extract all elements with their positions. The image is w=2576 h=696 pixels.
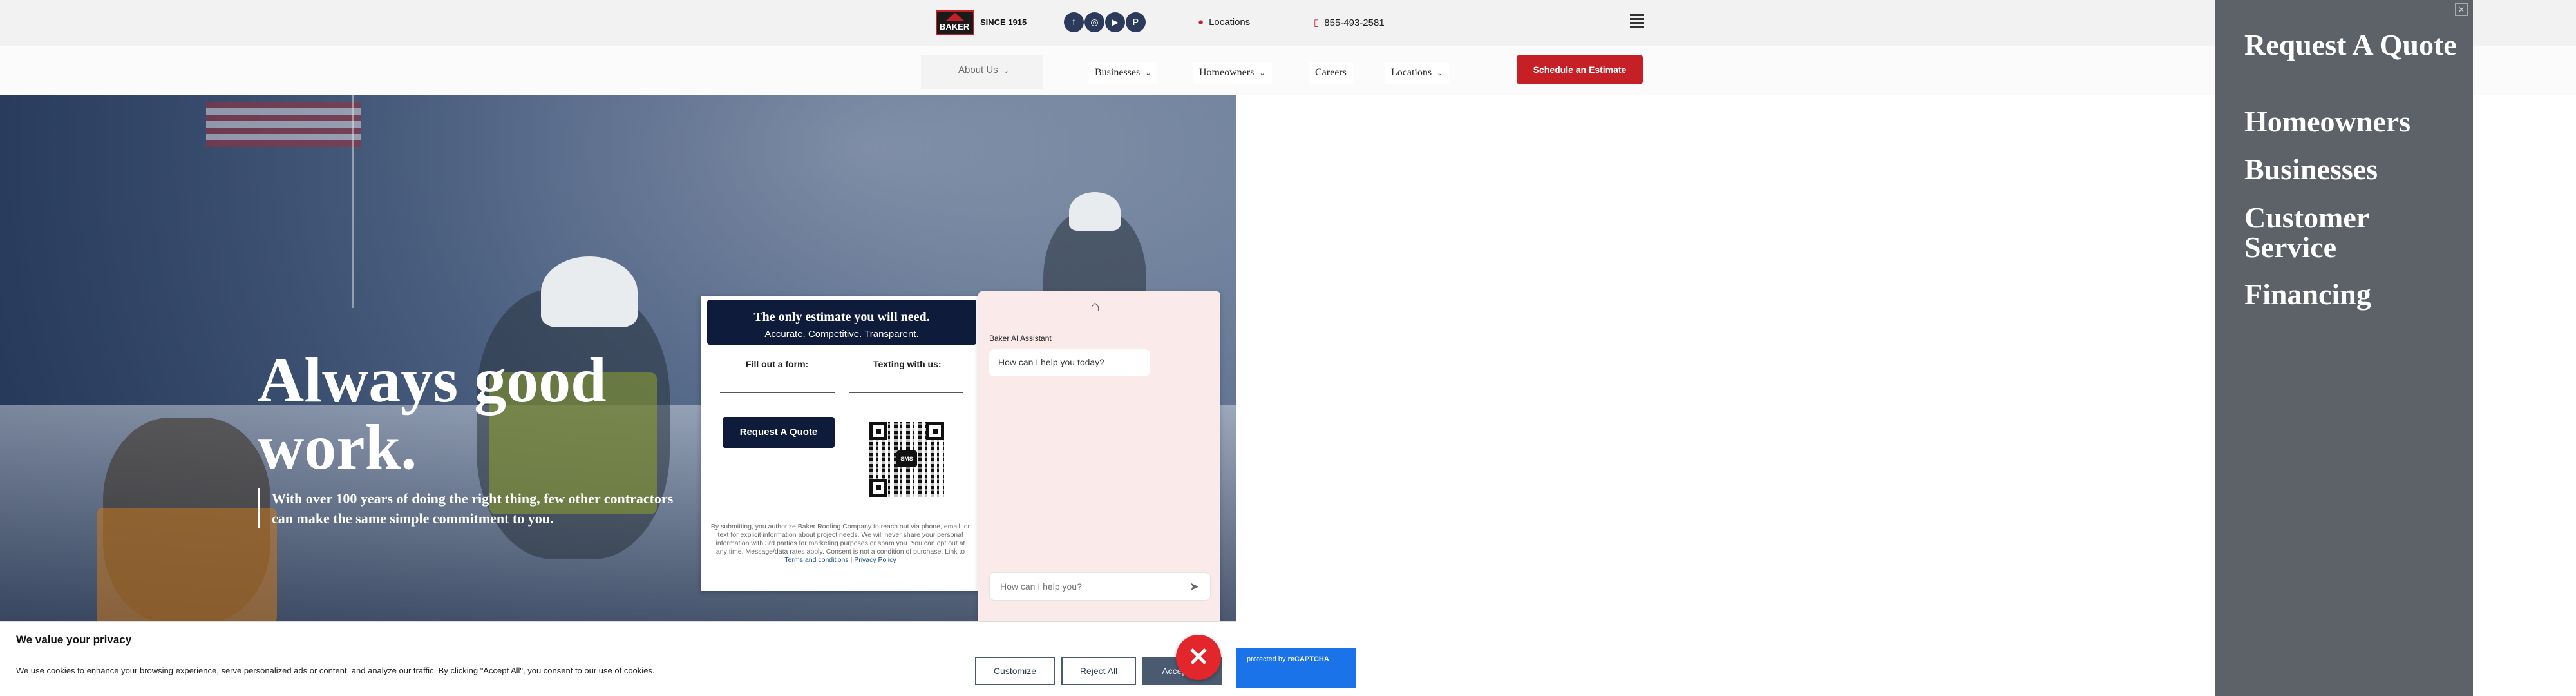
- nav-businesses-label: Businesses: [1095, 67, 1141, 78]
- nav-about-label: About Us: [958, 64, 998, 75]
- phone-number: 855-493-2581: [1324, 17, 1385, 28]
- qr-finder: [869, 479, 887, 497]
- reject-all-button[interactable]: Reject All: [1061, 657, 1136, 685]
- form-column-label: Fill out a form:: [746, 359, 809, 369]
- recaptcha-badge: protected by reCAPTCHA: [1236, 648, 1356, 688]
- assistant-message: How can I help you today?: [989, 349, 1150, 376]
- phone-icon: ▯: [1314, 17, 1320, 28]
- pinterest-icon[interactable]: P: [1126, 12, 1146, 32]
- chevron-down-icon: ⌄: [1259, 70, 1265, 77]
- main-nav: About Us ⌄ Businesses ⌄ Homeowners ⌄ Career…: [0, 46, 2576, 95]
- hero-title: Always good work.: [258, 344, 607, 483]
- flagpole-image: [352, 95, 354, 308]
- chevron-down-icon: ⌄: [1003, 67, 1009, 75]
- nav-homeowners-label: Homeowners: [1199, 67, 1255, 78]
- baker-logo[interactable]: BAKER: [936, 10, 974, 35]
- hero-subtitle: With over 100 years of doing the right t…: [258, 488, 696, 528]
- qr-finder: [926, 422, 944, 440]
- top-bar: BAKER SINCE 1915 f ◎ ▶ P ● Locations ▯ 855…: [0, 0, 2576, 46]
- consent-disclaimer: By submitting, you authorize Baker Roofi…: [710, 523, 971, 565]
- nav-locations-label: Locations: [1391, 67, 1432, 78]
- hamburger-menu-icon[interactable]: [1630, 14, 1644, 28]
- phone-link[interactable]: ▯ 855-493-2581: [1314, 17, 1385, 28]
- safety-vest-image: [97, 508, 277, 621]
- link-separator: |: [850, 556, 853, 564]
- hard-hat-image: [1069, 192, 1121, 231]
- close-icon[interactable]: ✕: [2455, 3, 2468, 16]
- logo-text: BAKER: [940, 22, 970, 32]
- nav-homeowners[interactable]: Homeowners ⌄: [1193, 62, 1272, 84]
- recaptcha-brand: reCAPTCHA: [1287, 655, 1329, 663]
- estimate-card: The only estimate you will need. Accurat…: [701, 296, 979, 591]
- side-menu-customer-service[interactable]: Customer Service: [2244, 203, 2463, 262]
- chat-bot-icon: ⌂: [1090, 298, 1100, 315]
- customize-button[interactable]: Customize: [975, 657, 1055, 685]
- text-column-label: Texting with us:: [873, 359, 942, 369]
- estimate-card-header: The only estimate you will need. Accurat…: [707, 300, 976, 345]
- flag-image: [206, 102, 361, 147]
- instagram-icon[interactable]: ◎: [1084, 12, 1104, 32]
- side-menu: Request A Quote Homeowners Businesses Cu…: [2215, 0, 2473, 696]
- ai-chat-panel: ⌂ Baker AI Assistant How can I help you …: [978, 291, 1220, 626]
- chat-input[interactable]: [989, 572, 1211, 601]
- nav-about-us[interactable]: About Us ⌄: [921, 55, 1043, 89]
- estimate-heading: The only estimate you will need.: [753, 310, 930, 324]
- nav-businesses[interactable]: Businesses ⌄: [1088, 62, 1158, 84]
- cookie-text: We use cookies to enhance your browsing …: [16, 666, 655, 675]
- recaptcha-prefix: protected by: [1247, 655, 1286, 663]
- locations-label: Locations: [1209, 17, 1251, 28]
- side-menu-financing[interactable]: Financing: [2244, 280, 2463, 309]
- map-pin-icon: ●: [1198, 17, 1204, 28]
- request-quote-button[interactable]: Request A Quote: [723, 417, 835, 448]
- side-menu-homeowners[interactable]: Homeowners: [2244, 107, 2463, 137]
- side-menu-request-quote[interactable]: Request A Quote: [2244, 30, 2463, 60]
- assistant-name: Baker AI Assistant: [989, 334, 1052, 343]
- since-label: SINCE 1915: [980, 17, 1027, 27]
- send-icon[interactable]: ➤: [1189, 580, 1199, 594]
- nav-careers[interactable]: Careers: [1309, 62, 1353, 84]
- locations-link[interactable]: ● Locations: [1198, 17, 1250, 28]
- privacy-policy-link[interactable]: Privacy Policy: [854, 556, 896, 564]
- cookie-title: We value your privacy: [16, 633, 132, 646]
- hard-hat-image: [541, 256, 638, 327]
- chevron-down-icon: ⌄: [1145, 70, 1151, 77]
- side-menu-businesses[interactable]: Businesses: [2244, 155, 2463, 184]
- terms-link[interactable]: Terms and conditions: [784, 556, 848, 564]
- sms-badge: SMS: [896, 450, 917, 467]
- youtube-icon[interactable]: ▶: [1105, 12, 1125, 32]
- divider: [720, 392, 835, 393]
- nav-locations[interactable]: Locations ⌄: [1385, 62, 1450, 84]
- chevron-down-icon: ⌄: [1437, 70, 1443, 77]
- cookie-banner: We value your privacy We use cookies to …: [0, 621, 1236, 696]
- facebook-icon[interactable]: f: [1064, 12, 1084, 32]
- schedule-estimate-button[interactable]: Schedule an Estimate: [1517, 55, 1643, 84]
- close-chat-icon[interactable]: ✕: [1176, 635, 1221, 680]
- estimate-subheading: Accurate. Competitive. Transparent.: [764, 329, 919, 340]
- qr-code-image[interactable]: SMS: [869, 422, 944, 497]
- disclaimer-text: By submitting, you authorize Baker Roofi…: [710, 523, 971, 556]
- divider: [849, 392, 963, 393]
- qr-finder: [869, 422, 887, 440]
- nav-careers-label: Careers: [1315, 67, 1347, 78]
